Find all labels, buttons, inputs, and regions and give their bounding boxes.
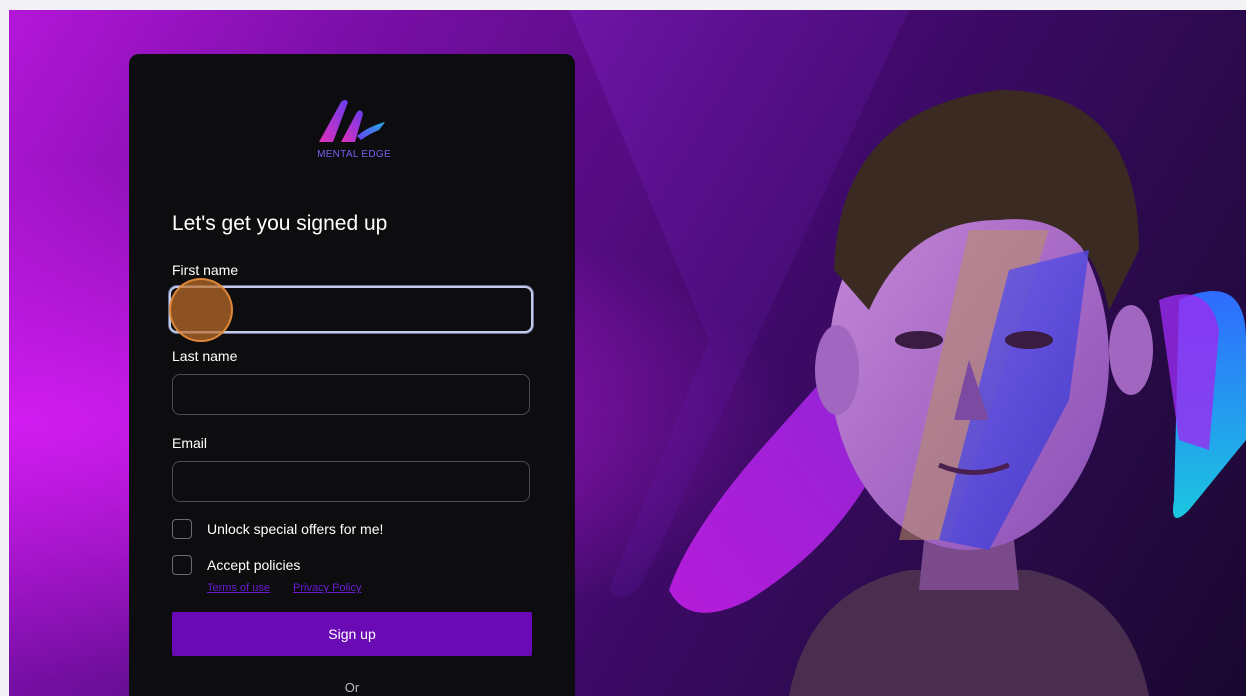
- signup-button[interactable]: Sign up: [172, 612, 532, 656]
- last-name-label: Last name: [172, 348, 238, 364]
- signup-page: MENTAL EDGE Let's get you signed up Firs…: [9, 10, 1246, 696]
- last-name-input[interactable]: [172, 374, 530, 415]
- privacy-policy-link[interactable]: Privacy Policy: [293, 582, 361, 594]
- hero-portrait-image: [789, 90, 1153, 696]
- policies-checkbox-label[interactable]: Accept policies: [207, 557, 300, 573]
- policies-checkbox[interactable]: [172, 555, 192, 575]
- offers-checkbox-label[interactable]: Unlock special offers for me!: [207, 521, 383, 537]
- or-divider: Or: [344, 680, 360, 695]
- terms-of-use-link[interactable]: Terms of use: [207, 582, 270, 594]
- signup-card: MENTAL EDGE Let's get you signed up Firs…: [129, 54, 575, 696]
- brand-logo: MENTAL EDGE: [299, 96, 409, 166]
- email-input[interactable]: [172, 461, 530, 502]
- page-title: Let's get you signed up: [172, 212, 388, 235]
- email-label: Email: [172, 435, 208, 451]
- click-indicator: [169, 278, 233, 342]
- first-name-label: First name: [172, 262, 239, 278]
- brand-name: MENTAL EDGE: [317, 149, 391, 160]
- mental-edge-logo-icon: [319, 100, 385, 142]
- offers-checkbox[interactable]: [172, 519, 192, 539]
